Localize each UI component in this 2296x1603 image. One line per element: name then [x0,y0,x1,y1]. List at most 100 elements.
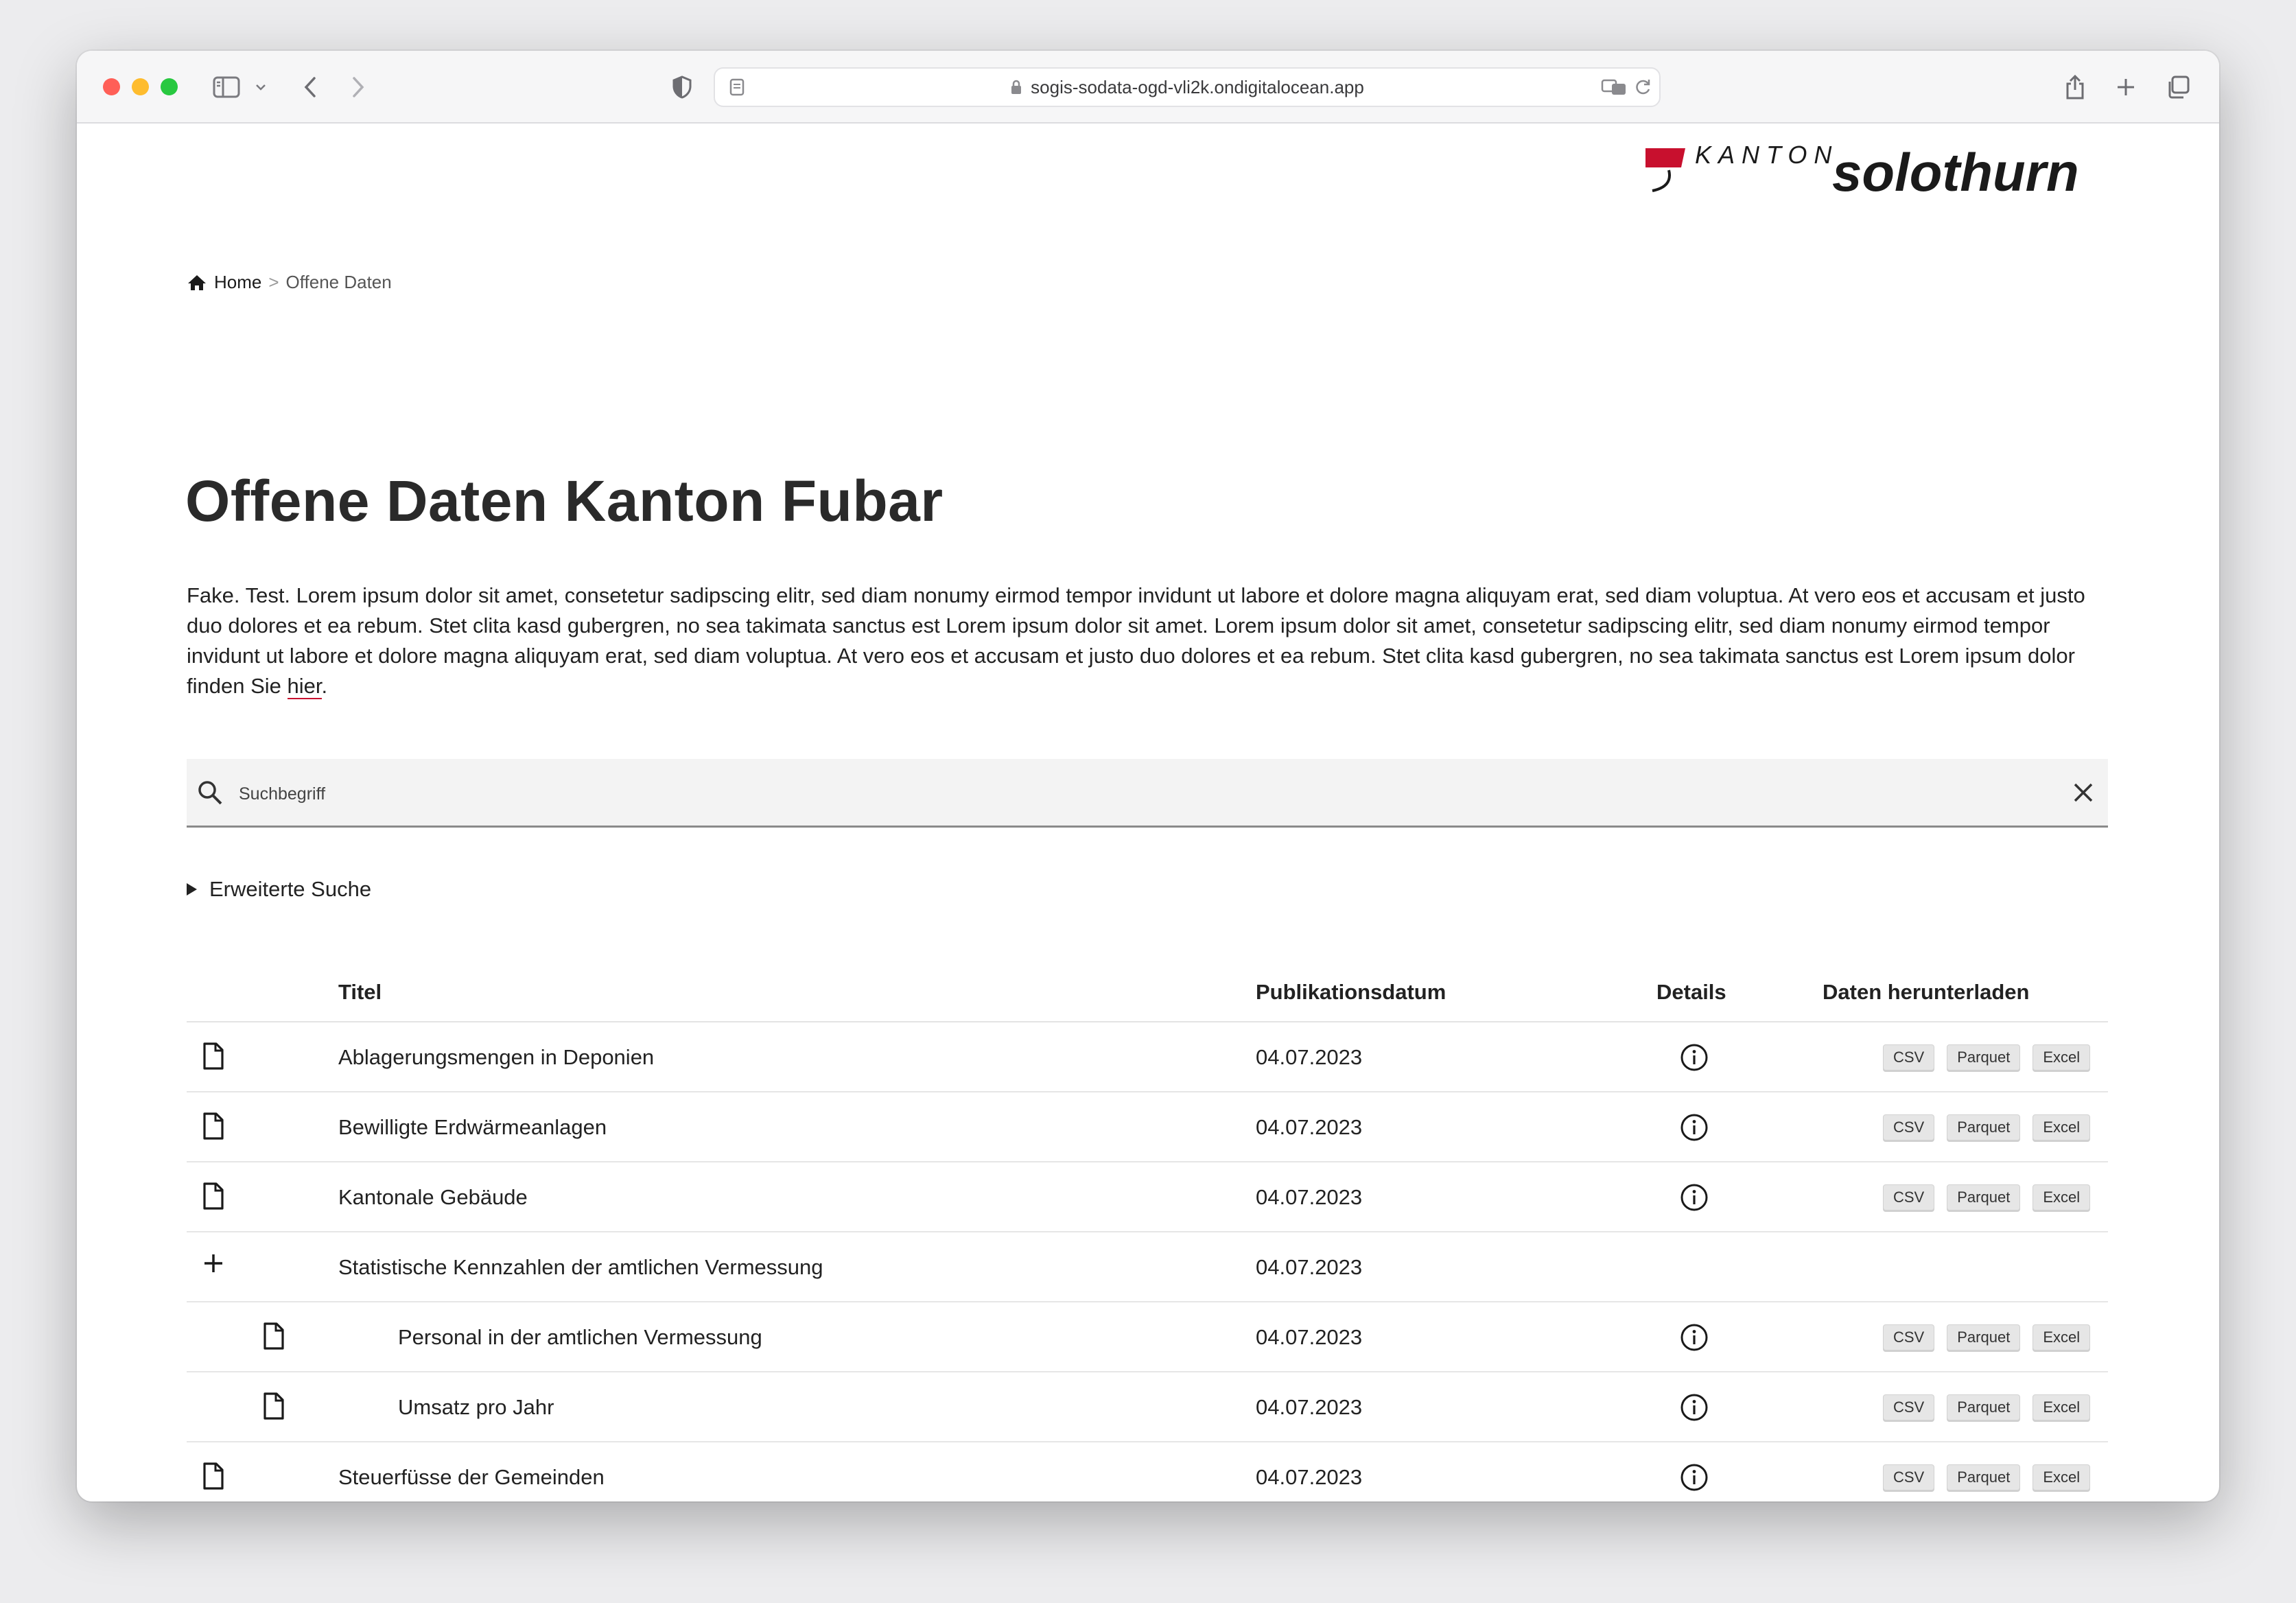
download-excel-button[interactable]: Excel [2033,1184,2091,1210]
breadcrumb-separator: > [268,272,279,292]
translate-icon[interactable] [1599,71,1629,103]
header-details: Details [1656,980,1726,1004]
breadcrumb-current: Offene Daten [285,272,392,292]
row-date: 04.07.2023 [1256,1325,1363,1349]
download-csv-button[interactable]: CSV [1883,1114,1935,1140]
forward-icon[interactable] [344,71,372,103]
file-icon [202,1462,225,1490]
sidebar-toggle-icon[interactable] [210,71,243,103]
search-icon [196,779,224,806]
page-content: KANTON solothurn Home > Offene Daten Off… [77,125,2219,1501]
chevron-down-icon[interactable] [253,71,269,103]
row-title[interactable]: Ablagerungsmengen in Deponien [338,1045,654,1070]
header-download: Daten herunterladen [1823,980,2030,1004]
reload-icon[interactable] [1629,71,1656,103]
download-csv-button[interactable]: CSV [1883,1394,1935,1420]
table-row[interactable]: Statistische Kennzahlen der amtlichen Ve… [187,1232,2108,1302]
home-icon [188,274,206,290]
expand-plus-icon[interactable] [202,1252,225,1275]
download-parquet-button[interactable]: Parquet [1947,1394,2021,1420]
intro-text: Fake. Test. Lorem ipsum dolor sit amet, … [187,583,2085,698]
download-buttons: CSV Parquet Excel [1883,1184,2091,1210]
file-icon [202,1042,225,1070]
header-title: Titel [338,980,382,1004]
table-row[interactable]: Personal in der amtlichen Vermessung 04.0… [187,1302,2108,1372]
zoom-window-button[interactable] [161,78,178,95]
header-date: Publikationsdatum [1256,980,1446,1004]
row-title[interactable]: Kantonale Gebäude [338,1185,528,1210]
info-icon[interactable] [1680,1043,1709,1072]
download-parquet-button[interactable]: Parquet [1947,1184,2021,1210]
row-date: 04.07.2023 [1256,1465,1363,1489]
table-row[interactable]: Ablagerungsmengen in Deponien 04.07.2023 C… [187,1022,2108,1092]
download-parquet-button[interactable]: Parquet [1947,1114,2021,1140]
info-icon[interactable] [1680,1463,1709,1492]
download-buttons: CSV Parquet Excel [1883,1394,2091,1420]
file-icon [262,1392,285,1420]
row-title[interactable]: Umsatz pro Jahr [398,1395,554,1420]
row-title[interactable]: Personal in der amtlichen Vermessung [398,1325,762,1350]
table-row[interactable]: Steuerfüsse der Gemeinden 04.07.2023 CSV Pa… [187,1442,2108,1501]
table-row[interactable]: Kantonale Gebäude 04.07.2023 CSV Parquet Exc… [187,1162,2108,1232]
table-row[interactable]: Umsatz pro Jahr 04.07.2023 CSV Parquet Excel [187,1372,2108,1442]
file-icon [202,1112,225,1140]
back-icon[interactable] [296,71,324,103]
search-input[interactable] [237,780,2072,805]
clear-search-icon[interactable] [2072,782,2094,804]
intro-paragraph: Fake. Test. Lorem ipsum dolor sit amet, … [187,581,2122,701]
tab-overview-icon[interactable] [2163,71,2193,103]
breadcrumb-home-link[interactable]: Home [187,272,261,293]
download-parquet-button[interactable]: Parquet [1947,1324,2021,1350]
browser-window: sogis-sodata-ogd-vli2k.ondigitalocean.ap… [77,51,2219,1501]
row-date: 04.07.2023 [1256,1115,1363,1139]
address-bar[interactable]: sogis-sodata-ogd-vli2k.ondigitalocean.ap… [714,67,1661,107]
download-buttons: CSV Parquet Excel [1883,1044,2091,1070]
minimize-window-button[interactable] [132,78,149,95]
advanced-search-toggle[interactable]: Erweiterte Suche [187,877,371,902]
download-excel-button[interactable]: Excel [2033,1394,2091,1420]
row-title[interactable]: Bewilligte Erdwärmeanlagen [338,1115,607,1140]
download-csv-button[interactable]: CSV [1883,1464,1935,1490]
file-icon [202,1182,225,1210]
info-icon[interactable] [1680,1323,1709,1352]
logo-solothurn-text: solothurn [1832,142,2079,202]
url-text: sogis-sodata-ogd-vli2k.ondigitalocean.ap… [1031,76,1364,97]
download-excel-button[interactable]: Excel [2033,1114,2091,1140]
row-title[interactable]: Steuerfüsse der Gemeinden [338,1465,605,1490]
expand-triangle-icon [187,883,197,896]
download-excel-button[interactable]: Excel [2033,1044,2091,1070]
download-buttons: CSV Parquet Excel [1883,1324,2091,1350]
kanton-solothurn-logo[interactable]: KANTON solothurn [1641,132,2122,207]
intro-end: . [321,674,328,698]
download-csv-button[interactable]: CSV [1883,1044,1935,1070]
privacy-shield-icon[interactable] [667,71,697,103]
download-buttons: CSV Parquet Excel [1883,1464,2091,1490]
advanced-search-label: Erweiterte Suche [209,877,372,901]
download-excel-button[interactable]: Excel [2033,1324,2091,1350]
search-bar [187,759,2108,828]
info-icon[interactable] [1680,1183,1709,1212]
lock-icon [1010,79,1022,95]
row-title[interactable]: Statistische Kennzahlen der amtlichen Ve… [338,1255,823,1280]
row-date: 04.07.2023 [1256,1255,1363,1279]
table-body: Ablagerungsmengen in Deponien 04.07.2023 C… [187,1022,2108,1501]
intro-link[interactable]: hier [287,674,322,699]
download-csv-button[interactable]: CSV [1883,1184,1935,1210]
page-title: Offene Daten Kanton Fubar [185,469,944,533]
download-csv-button[interactable]: CSV [1883,1324,1935,1350]
datasets-table: Titel Publikationsdatum Details Daten he… [187,959,2108,1501]
breadcrumb: Home > Offene Daten [187,272,392,293]
browser-toolbar: sogis-sodata-ogd-vli2k.ondigitalocean.ap… [77,51,2219,124]
close-window-button[interactable] [103,78,120,95]
download-parquet-button[interactable]: Parquet [1947,1464,2021,1490]
download-buttons: CSV Parquet Excel [1883,1114,2091,1140]
download-excel-button[interactable]: Excel [2033,1464,2091,1490]
table-header: Titel Publikationsdatum Details Daten he… [187,959,2108,1022]
new-tab-icon[interactable] [2111,71,2141,103]
share-icon[interactable] [2060,71,2090,103]
row-date: 04.07.2023 [1256,1185,1363,1209]
info-icon[interactable] [1680,1113,1709,1142]
table-row[interactable]: Bewilligte Erdwärmeanlagen 04.07.2023 CSV P… [187,1092,2108,1162]
info-icon[interactable] [1680,1393,1709,1422]
download-parquet-button[interactable]: Parquet [1947,1044,2021,1070]
